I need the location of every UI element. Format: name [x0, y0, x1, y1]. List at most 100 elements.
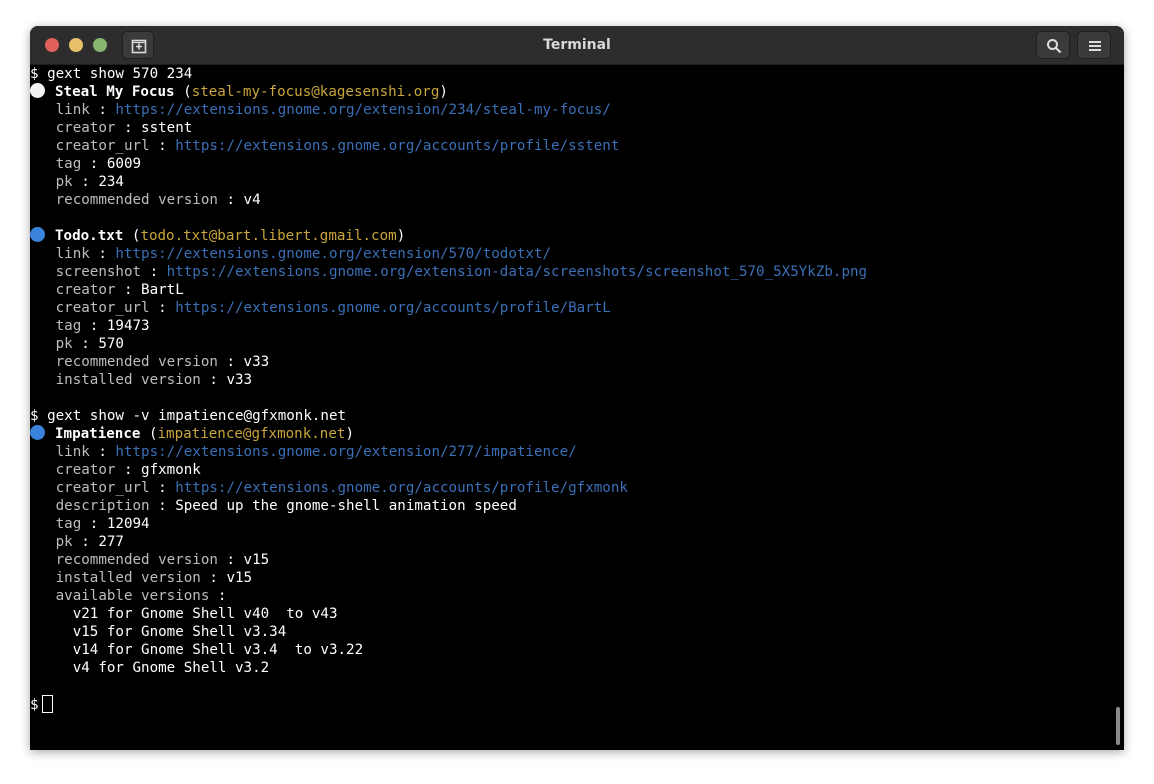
field-link[interactable]: https://extensions.gnome.org/extension/2…: [115, 444, 576, 460]
field-separator: :: [200, 570, 227, 586]
search-button[interactable]: [1036, 31, 1070, 59]
extension-uuid: todo.txt@bart.libert.gmail.com: [140, 228, 397, 244]
available-version: v4 for Gnome Shell v3.2: [30, 659, 1112, 677]
field-key: recommended version: [55, 192, 218, 208]
blue-circle-icon: [30, 425, 45, 440]
extension-field: creator : sstent: [30, 119, 1112, 137]
field-separator: :: [72, 534, 99, 550]
paren-close: ): [439, 84, 448, 100]
extension-field: tag : 12094: [30, 515, 1112, 533]
scrollbar-thumb[interactable]: [1116, 707, 1120, 745]
close-icon[interactable]: [45, 38, 59, 52]
minimize-icon[interactable]: [69, 38, 83, 52]
white-circle-icon: [30, 83, 45, 98]
field-link[interactable]: https://extensions.gnome.org/extension/5…: [115, 246, 551, 262]
scrollbar[interactable]: [1112, 65, 1124, 750]
version-entry: v14 for Gnome Shell v3.4 to v3.22: [72, 642, 364, 658]
paren-open: (: [123, 228, 141, 244]
paren-close: ): [345, 426, 354, 442]
extension-field: creator : gfxmonk: [30, 461, 1112, 479]
extension-header: Steal My Focus (steal-my-focus@kagesensh…: [30, 83, 1112, 101]
command-text: gext show 570 234: [47, 66, 193, 82]
field-key: creator_url: [55, 480, 150, 496]
version-entry: v21 for Gnome Shell v40 to v43: [72, 606, 338, 622]
field-key: link: [55, 102, 90, 118]
terminal-output[interactable]: $ gext show 570 234 Steal My Focus (steal…: [30, 65, 1112, 750]
prompt: $: [30, 408, 48, 424]
extension-field: installed version : v15: [30, 569, 1112, 587]
field-value: v33: [243, 354, 270, 370]
field-separator: :: [115, 282, 142, 298]
field-value: 277: [98, 534, 124, 550]
field-link[interactable]: https://extensions.gnome.org/accounts/pr…: [175, 480, 628, 496]
version-entry: v4 for Gnome Shell v3.2: [72, 660, 270, 676]
field-key: tag: [55, 156, 82, 172]
field-key: link: [55, 246, 90, 262]
new-tab-icon: [131, 39, 147, 54]
extension-field: screenshot : https://extensions.gnome.or…: [30, 263, 1112, 281]
field-separator: :: [217, 354, 244, 370]
field-key: pk: [55, 534, 73, 550]
field-separator: :: [217, 552, 244, 568]
field-value: v4: [243, 192, 261, 208]
field-key: tag: [55, 516, 82, 532]
field-value: v33: [226, 372, 253, 388]
field-key: creator_url: [55, 138, 150, 154]
field-value: 19473: [106, 318, 150, 334]
field-link[interactable]: https://extensions.gnome.org/accounts/pr…: [175, 300, 611, 316]
field-key: tag: [55, 318, 82, 334]
field-key: pk: [55, 174, 73, 190]
extension-field: available versions :: [30, 587, 1112, 605]
extension-field: creator_url : https://extensions.gnome.o…: [30, 299, 1112, 317]
text-cursor[interactable]: [41, 695, 53, 713]
paren-close: ): [396, 228, 406, 244]
field-separator: :: [209, 588, 235, 604]
paren-open: (: [140, 426, 158, 442]
field-separator: :: [72, 174, 99, 190]
field-link[interactable]: https://extensions.gnome.org/extension/2…: [115, 102, 610, 118]
field-key: pk: [55, 336, 73, 352]
field-separator: :: [115, 462, 142, 478]
field-separator: :: [81, 516, 107, 532]
field-value: 12094: [106, 516, 150, 532]
extension-field: pk : 234: [30, 173, 1112, 191]
field-separator: :: [72, 336, 99, 352]
command-line: $ gext show -v impatience@gfxmonk.net: [30, 407, 1112, 425]
field-separator: :: [81, 318, 107, 334]
field-separator: :: [149, 300, 176, 316]
field-separator: :: [141, 264, 167, 280]
field-key: creator: [55, 120, 116, 136]
prompt: $: [30, 697, 39, 713]
field-link[interactable]: https://extensions.gnome.org/extension-d…: [167, 264, 867, 280]
new-tab-button[interactable]: [122, 31, 154, 59]
search-icon: [1047, 39, 1062, 54]
field-separator: :: [89, 246, 116, 262]
available-version: v15 for Gnome Shell v3.34: [30, 623, 1112, 641]
paren-open: (: [174, 84, 192, 100]
extension-field: pk : 277: [30, 533, 1112, 551]
menu-button[interactable]: [1077, 31, 1111, 59]
field-key: creator: [55, 282, 116, 298]
maximize-icon[interactable]: [93, 38, 107, 52]
field-value: 234: [98, 174, 124, 190]
field-link[interactable]: https://extensions.gnome.org/accounts/pr…: [175, 138, 619, 154]
extension-uuid: impatience@gfxmonk.net: [157, 426, 346, 442]
extension-field: link : https://extensions.gnome.org/exte…: [30, 101, 1112, 119]
extension-field: recommended version : v33: [30, 353, 1112, 371]
field-separator: :: [89, 102, 116, 118]
